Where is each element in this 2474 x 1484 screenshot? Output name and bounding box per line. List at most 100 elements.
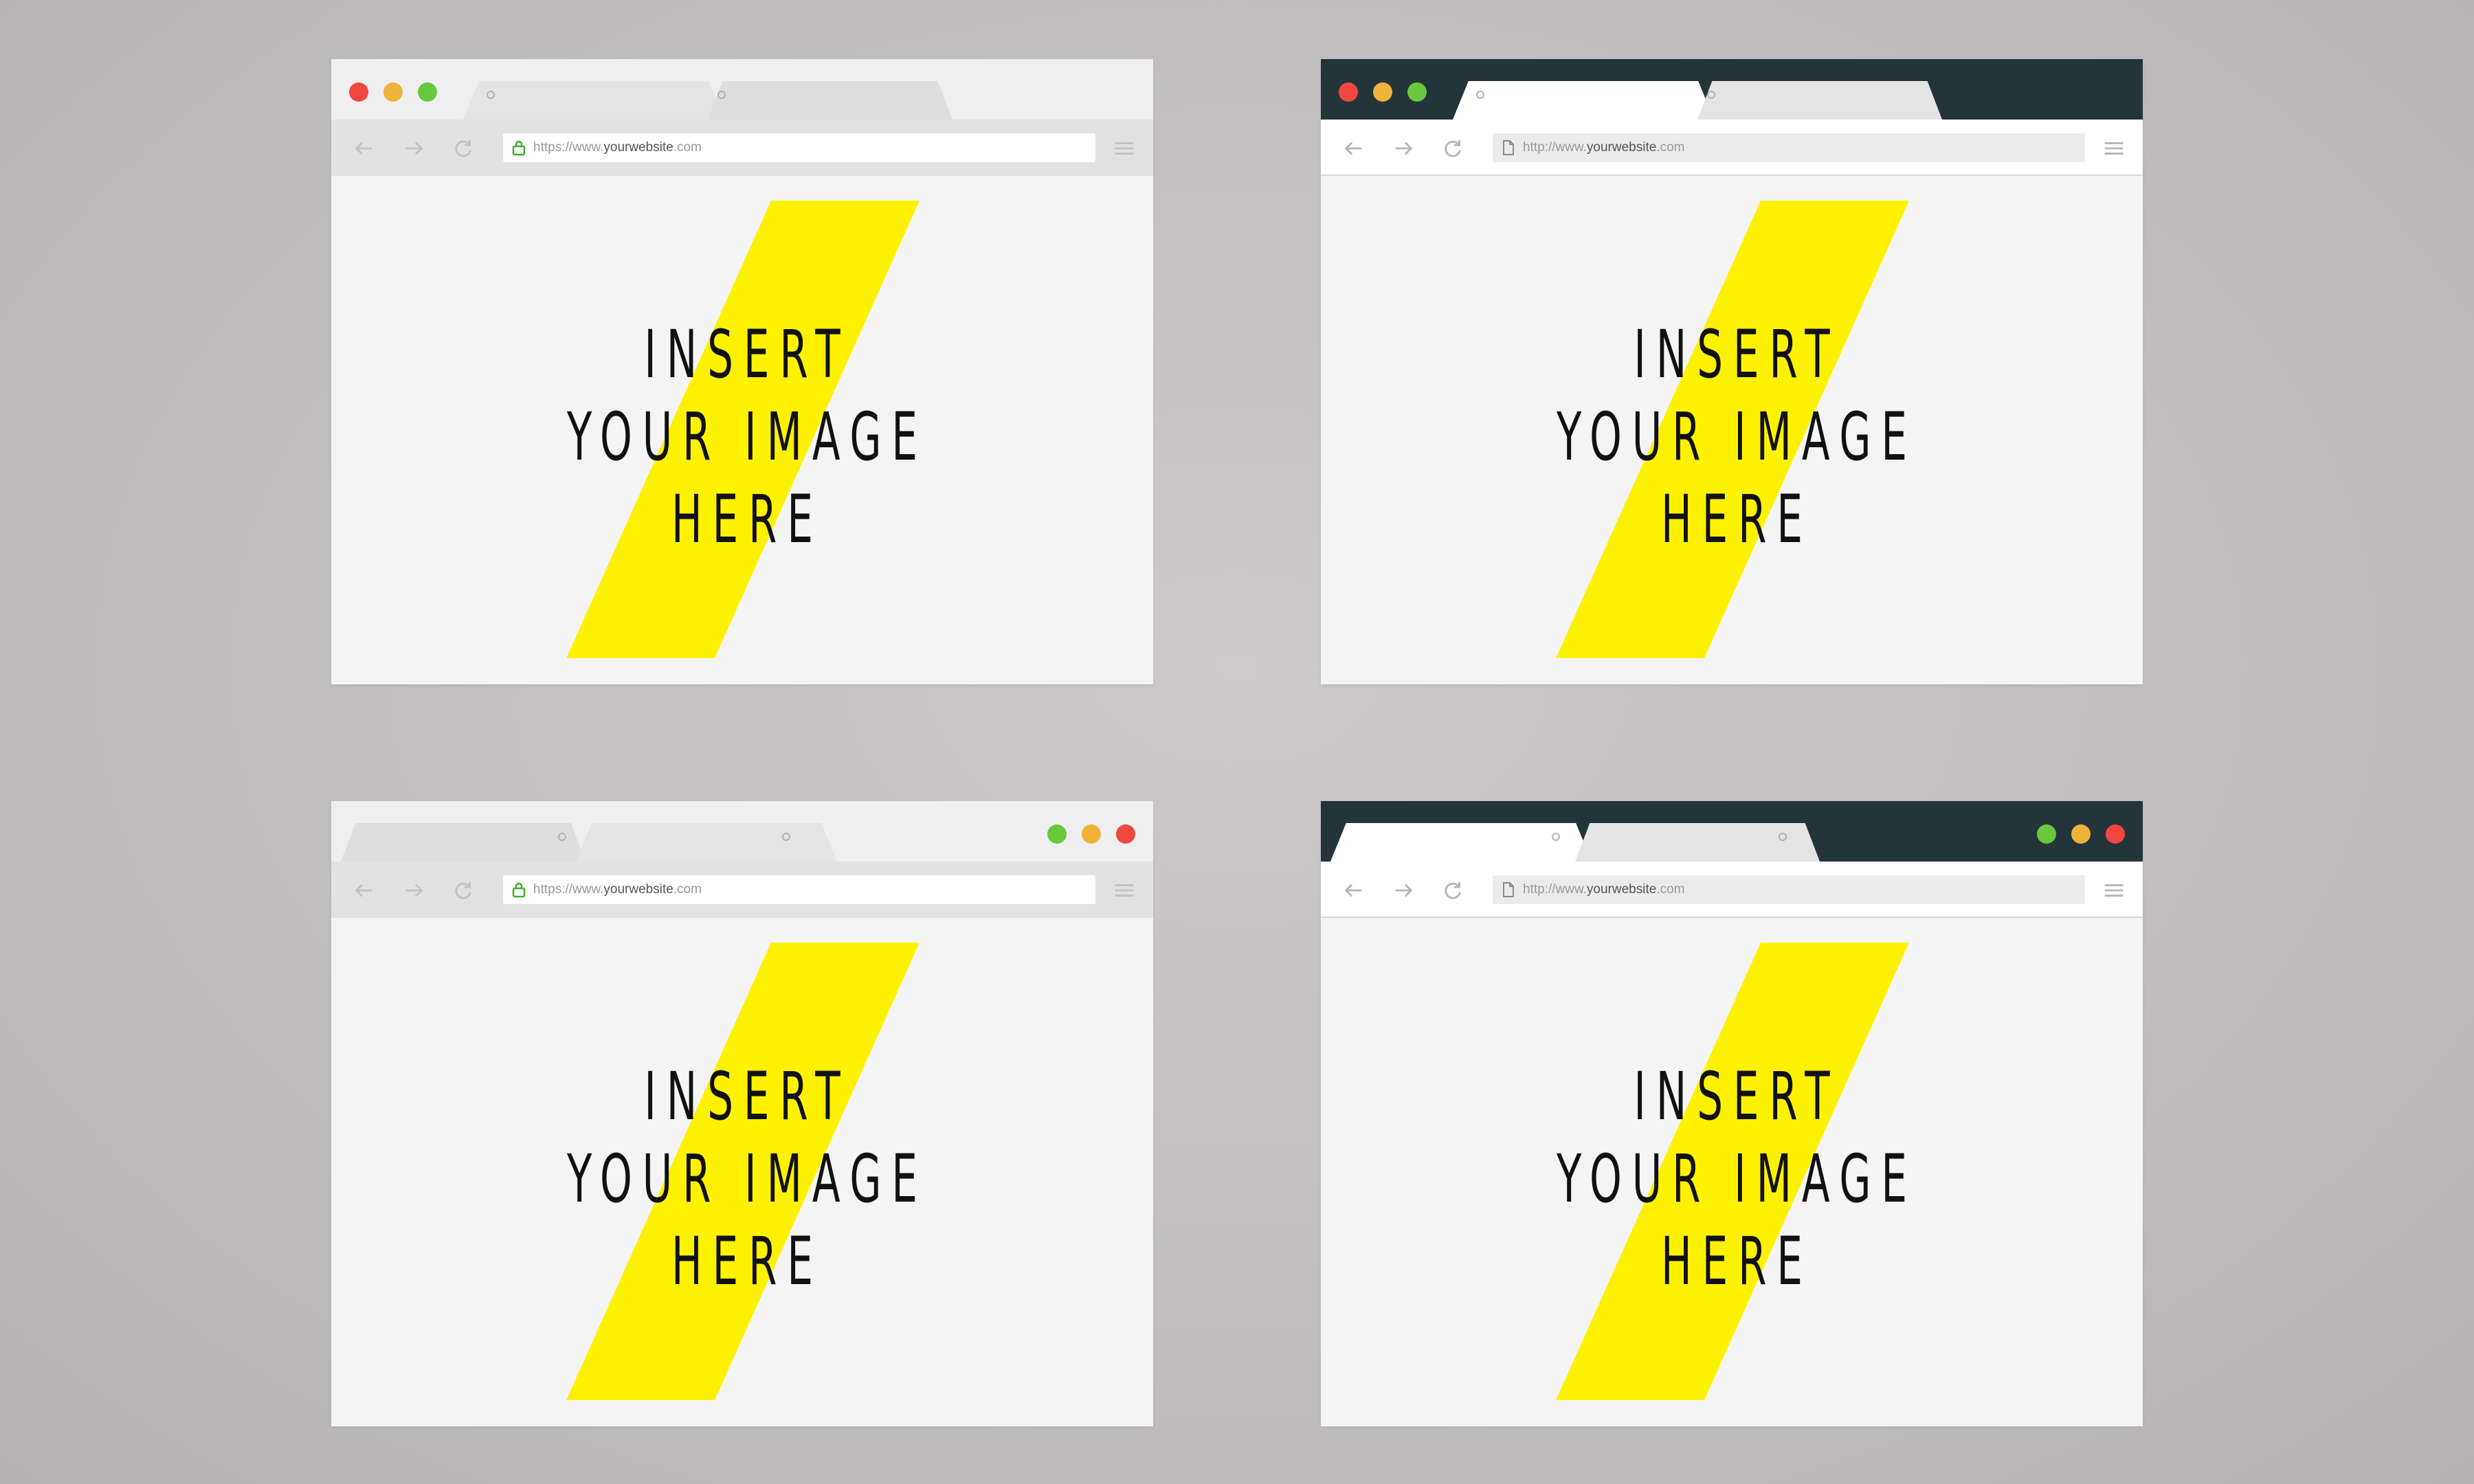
tab-close-icon[interactable]: [782, 833, 790, 841]
hamburger-menu-icon[interactable]: [1111, 877, 1138, 904]
maximize-window-button[interactable]: [1047, 824, 1067, 844]
url-domain: yourwebsite: [1586, 882, 1657, 897]
title-bar: [331, 801, 1153, 862]
window-controls: [2037, 824, 2125, 844]
browser-tab[interactable]: [708, 81, 952, 120]
page-viewport: INSERT YOUR IMAGE HERE: [331, 918, 1153, 1426]
minimize-window-button[interactable]: [383, 82, 403, 102]
navigation-bar: http://www.yourwebsite.com: [1321, 120, 2143, 176]
page-viewport: INSERT YOUR IMAGE HERE: [331, 176, 1153, 684]
url-suffix: .com: [673, 140, 702, 155]
navigation-bar: http://www.yourwebsite.com: [1321, 862, 2143, 918]
browser-window-bottom-left: https://www.yourwebsite.com INSERT YOUR …: [331, 801, 1153, 1426]
reload-icon[interactable]: [449, 135, 477, 162]
hamburger-menu-icon[interactable]: [2100, 135, 2128, 162]
page-icon: [1501, 881, 1516, 898]
title-bar: [1321, 801, 2143, 862]
url-text: https://www.yourwebsite.com: [533, 140, 702, 155]
tab-close-icon[interactable]: [1552, 833, 1560, 841]
back-arrow-icon[interactable]: [1340, 135, 1368, 162]
url-suffix: .com: [673, 882, 702, 897]
back-arrow-icon[interactable]: [1340, 877, 1368, 904]
back-arrow-icon[interactable]: [350, 135, 378, 162]
reload-icon[interactable]: [449, 877, 477, 904]
placeholder-line-2: YOUR IMAGE: [1556, 398, 1917, 475]
minimize-window-button[interactable]: [1082, 824, 1101, 844]
forward-arrow-icon[interactable]: [1390, 877, 1417, 904]
window-controls: [349, 82, 437, 102]
browser-tab[interactable]: [1575, 823, 1820, 862]
tab-close-icon[interactable]: [1707, 91, 1715, 99]
placeholder-line-3: HERE: [671, 1223, 823, 1300]
placeholder-text: INSERT YOUR IMAGE HERE: [487, 1055, 997, 1303]
browser-tab[interactable]: [341, 823, 586, 862]
browser-tab-active[interactable]: [1453, 81, 1714, 120]
maximize-window-button[interactable]: [2037, 824, 2056, 844]
browser-tab[interactable]: [1697, 81, 1942, 120]
mockup-canvas: { "page": { "background_color": "#c4c2c3…: [0, 0, 2474, 1484]
placeholder-line-2: YOUR IMAGE: [566, 398, 928, 475]
url-prefix: http://www.: [1523, 140, 1587, 155]
maximize-window-button[interactable]: [1407, 82, 1427, 102]
page-viewport: INSERT YOUR IMAGE HERE: [1321, 918, 2143, 1426]
placeholder-text: INSERT YOUR IMAGE HERE: [1477, 313, 1987, 561]
url-text: https://www.yourwebsite.com: [533, 882, 702, 897]
tab-close-icon[interactable]: [1779, 833, 1787, 841]
minimize-window-button[interactable]: [1373, 82, 1392, 102]
close-window-button[interactable]: [1339, 82, 1358, 102]
placeholder-line-1: INSERT: [644, 1058, 851, 1135]
url-suffix: .com: [1656, 882, 1685, 897]
tab-close-icon[interactable]: [1476, 91, 1484, 99]
address-bar[interactable]: https://www.yourwebsite.com: [503, 133, 1095, 162]
placeholder-text: INSERT YOUR IMAGE HERE: [487, 313, 997, 561]
placeholder-line-3: HERE: [1661, 481, 1813, 558]
url-prefix: https://www.: [533, 140, 604, 155]
url-text: http://www.yourwebsite.com: [1523, 140, 1685, 155]
maximize-window-button[interactable]: [418, 82, 437, 102]
lock-icon: [511, 139, 526, 156]
placeholder-line-1: INSERT: [1634, 1058, 1840, 1135]
tab-close-icon[interactable]: [717, 91, 726, 99]
browser-window-top-left: https://www.yourwebsite.com INSERT YOUR …: [331, 59, 1153, 684]
placeholder-line-3: HERE: [1661, 1223, 1813, 1300]
page-icon: [1501, 139, 1516, 156]
lock-icon: [511, 881, 526, 898]
browser-tab-active[interactable]: [463, 81, 724, 120]
reload-icon[interactable]: [1439, 135, 1467, 162]
navigation-bar: https://www.yourwebsite.com: [331, 862, 1153, 918]
page-viewport: INSERT YOUR IMAGE HERE: [1321, 176, 2143, 684]
forward-arrow-icon[interactable]: [1390, 135, 1417, 162]
navigation-bar: https://www.yourwebsite.com: [331, 120, 1153, 176]
title-bar: [331, 59, 1153, 120]
hamburger-menu-icon[interactable]: [2100, 877, 2128, 904]
forward-arrow-icon[interactable]: [400, 877, 427, 904]
close-window-button[interactable]: [1116, 824, 1135, 844]
browser-window-top-right: http://www.yourwebsite.com INSERT YOUR I…: [1321, 59, 2143, 684]
address-bar[interactable]: http://www.yourwebsite.com: [1493, 133, 2085, 162]
placeholder-line-1: INSERT: [644, 316, 851, 393]
placeholder-line-1: INSERT: [1634, 316, 1840, 393]
back-arrow-icon[interactable]: [350, 877, 378, 904]
address-bar[interactable]: https://www.yourwebsite.com: [503, 875, 1095, 904]
tab-close-icon[interactable]: [487, 91, 495, 99]
url-text: http://www.yourwebsite.com: [1523, 882, 1685, 897]
browser-tab-active[interactable]: [576, 823, 837, 862]
minimize-window-button[interactable]: [2071, 824, 2091, 844]
close-window-button[interactable]: [349, 82, 368, 102]
window-controls: [1339, 82, 1427, 102]
url-suffix: .com: [1656, 140, 1685, 155]
reload-icon[interactable]: [1439, 877, 1467, 904]
browser-window-bottom-right: http://www.yourwebsite.com INSERT YOUR I…: [1321, 801, 2143, 1426]
browser-tab-active[interactable]: [1330, 823, 1592, 862]
url-prefix: https://www.: [533, 882, 604, 897]
url-prefix: http://www.: [1523, 882, 1587, 897]
placeholder-text: INSERT YOUR IMAGE HERE: [1477, 1055, 1987, 1303]
placeholder-line-2: YOUR IMAGE: [1556, 1140, 1917, 1217]
url-domain: yourwebsite: [603, 882, 673, 897]
close-window-button[interactable]: [2106, 824, 2125, 844]
address-bar[interactable]: http://www.yourwebsite.com: [1493, 875, 2085, 904]
forward-arrow-icon[interactable]: [400, 135, 427, 162]
hamburger-menu-icon[interactable]: [1111, 135, 1138, 162]
placeholder-line-2: YOUR IMAGE: [566, 1140, 928, 1217]
tab-close-icon[interactable]: [558, 833, 566, 841]
